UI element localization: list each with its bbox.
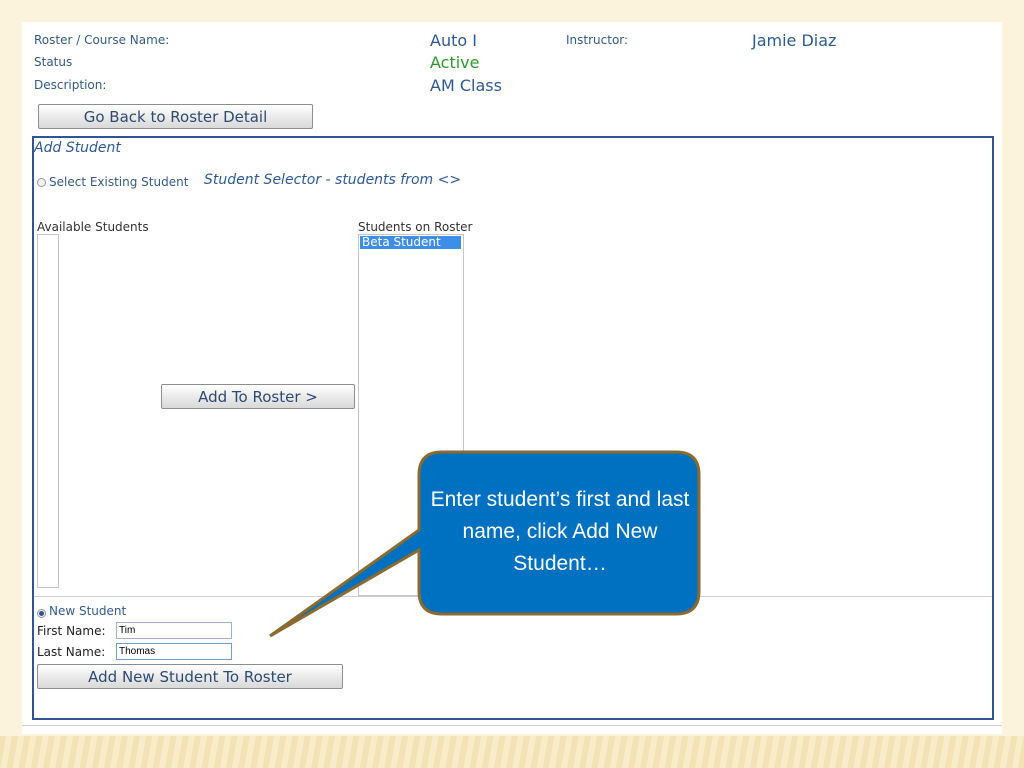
callout-shape <box>269 450 701 638</box>
callout-text: Enter student’s first and last name, cli… <box>430 488 690 575</box>
